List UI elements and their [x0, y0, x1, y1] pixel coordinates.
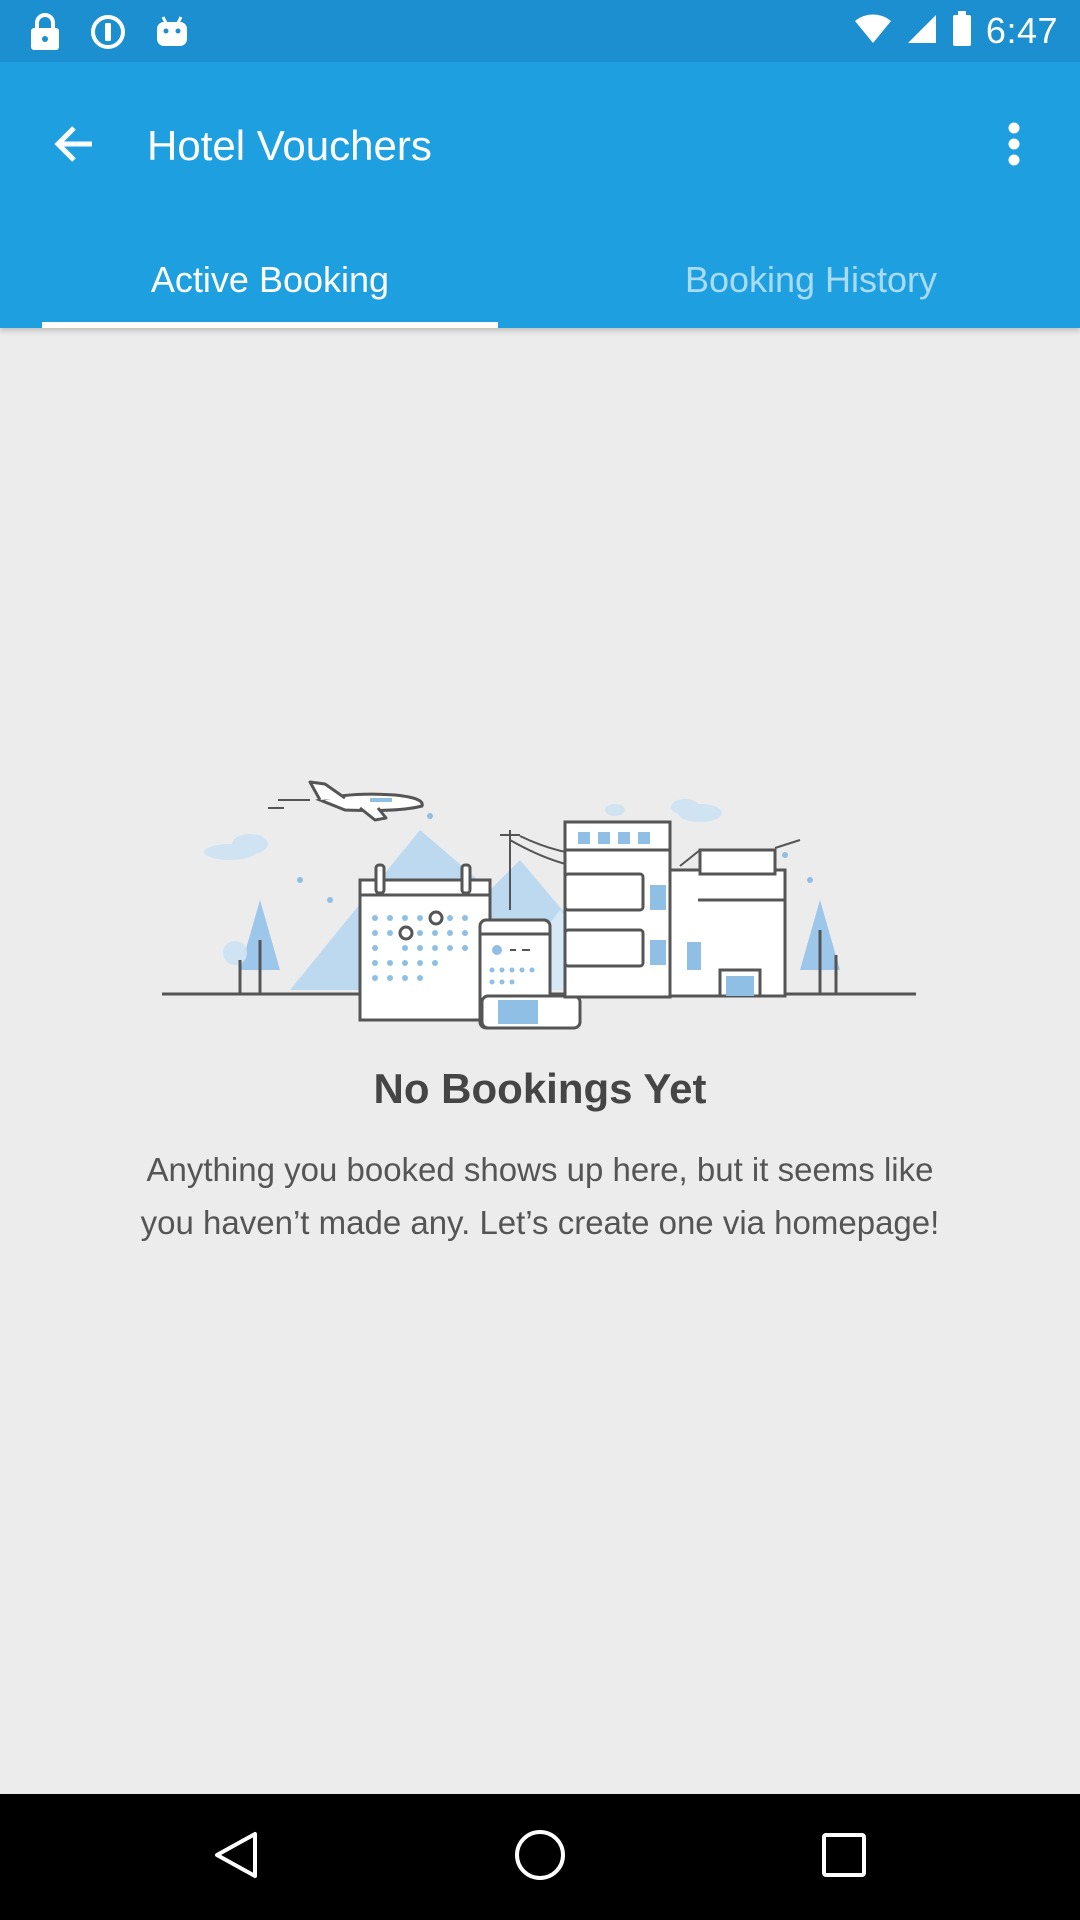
- hotel-city-illustration: [160, 770, 920, 1030]
- notification-icons: [28, 12, 190, 52]
- android-icon: [154, 14, 190, 50]
- nav-home-button[interactable]: [490, 1807, 590, 1907]
- empty-state-message: Anything you booked shows up here, but i…: [140, 1151, 940, 1241]
- info-icon: [90, 14, 126, 50]
- nav-back-button[interactable]: [186, 1807, 286, 1907]
- more-vert-icon: [1006, 122, 1022, 171]
- tab-bar: Active Booking Booking History: [0, 232, 1080, 328]
- tab-active-booking[interactable]: Active Booking: [42, 232, 498, 328]
- page-title: Hotel Vouchers: [147, 122, 432, 169]
- status-time: 6:47: [985, 10, 1058, 51]
- recents-square-icon: [820, 1831, 868, 1884]
- battery-icon: [952, 10, 972, 52]
- app-bar: Hotel Vouchers Active Booking Booking Hi…: [0, 62, 1080, 328]
- system-nav-bar: [0, 1794, 1080, 1920]
- lock-icon: [28, 12, 62, 52]
- tab-indicator: [42, 322, 498, 328]
- nav-recents-button[interactable]: [794, 1807, 894, 1907]
- back-triangle-icon: [211, 1830, 261, 1885]
- system-status: 6:47: [854, 0, 1058, 62]
- back-button[interactable]: [32, 104, 116, 188]
- status-bar: 6:47: [0, 0, 1080, 62]
- home-circle-icon: [513, 1828, 567, 1887]
- arrow-back-icon: [50, 120, 98, 173]
- tab-booking-history[interactable]: Booking History: [583, 232, 1039, 328]
- app-screen: 6:47 Hotel Vouchers Active Booking Booki…: [0, 0, 1080, 1920]
- empty-state-title: No Bookings Yet: [373, 1065, 707, 1112]
- signal-icon: [906, 13, 938, 50]
- overflow-menu-button[interactable]: [978, 104, 1050, 188]
- wifi-icon: [854, 13, 892, 50]
